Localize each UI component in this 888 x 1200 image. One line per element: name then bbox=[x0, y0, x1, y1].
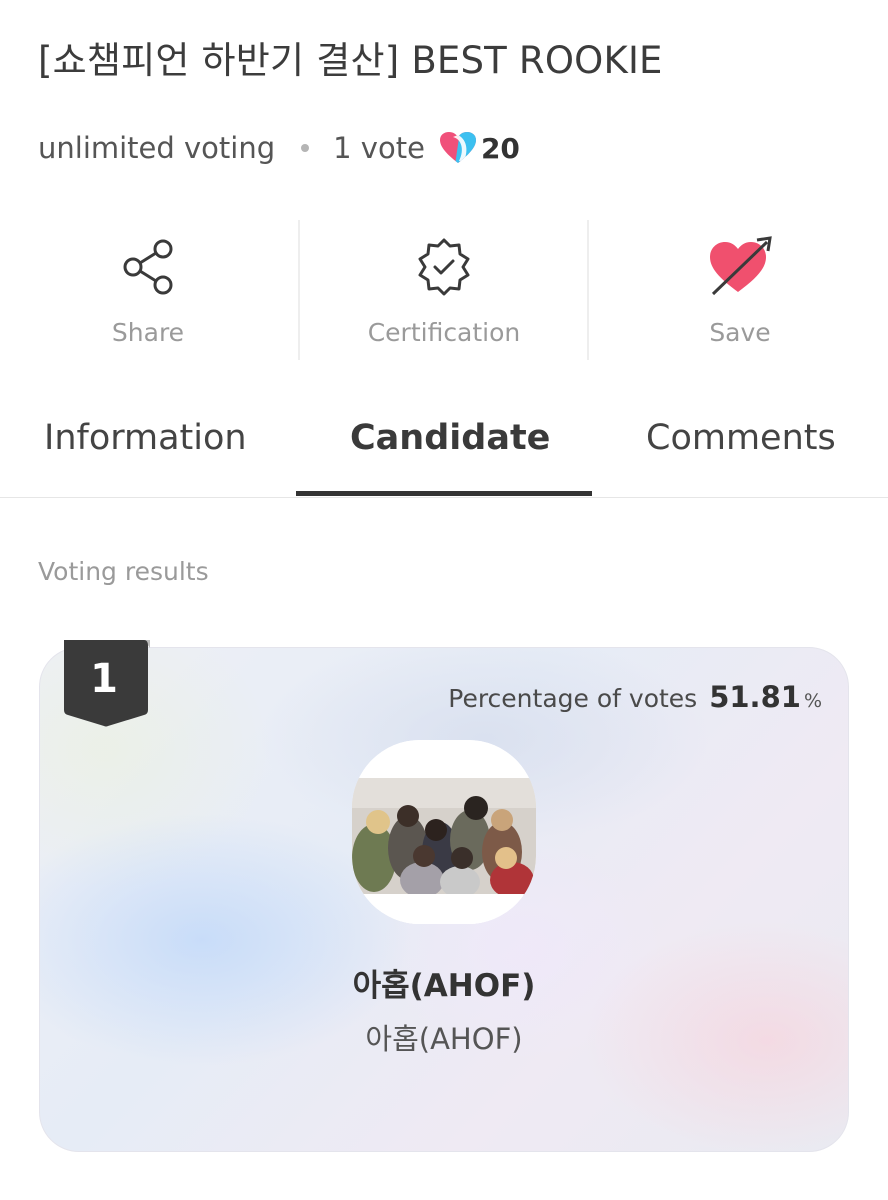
page-title: [쇼챔피언 하반기 결산] BEST ROOKIE bbox=[38, 39, 663, 82]
candidate-photo bbox=[352, 740, 536, 924]
candidate-subtitle: 아홉(AHOF) bbox=[365, 1022, 523, 1056]
percentage-value: 51.81 bbox=[709, 680, 801, 714]
voting-results-label: Voting results bbox=[38, 557, 209, 586]
share-label: Share bbox=[111, 318, 185, 347]
vote-cost-label: 1 vote bbox=[333, 131, 425, 165]
certification-badge-icon bbox=[413, 234, 475, 300]
tab-candidate[interactable]: Candidate bbox=[350, 418, 550, 458]
percentage-label: Percentage of votes bbox=[448, 684, 698, 713]
vote-info-row: unlimited voting 1 vote 20 bbox=[38, 126, 520, 170]
active-tab-indicator bbox=[296, 491, 592, 496]
voting-mode-label: unlimited voting bbox=[38, 131, 276, 165]
share-icon bbox=[118, 234, 178, 300]
save-button[interactable]: Save bbox=[592, 220, 888, 360]
heart-icon bbox=[439, 131, 477, 165]
tab-bar: Information Candidate Comments bbox=[0, 402, 888, 498]
action-bar: Share Certification Save bbox=[0, 220, 888, 360]
share-button[interactable]: Share bbox=[0, 220, 296, 360]
heart-count: 20 bbox=[480, 131, 520, 165]
candidate-name: 아홉(AHOF) bbox=[352, 968, 536, 1004]
save-label: Save bbox=[709, 318, 771, 347]
certification-label: Certification bbox=[367, 318, 521, 347]
percentage-unit: % bbox=[803, 690, 822, 712]
divider bbox=[587, 220, 589, 360]
rank-number: 1 bbox=[90, 656, 118, 702]
heart-arrow-icon bbox=[707, 234, 773, 300]
tab-comments[interactable]: Comments bbox=[646, 418, 836, 458]
vote-percentage: Percentage of votes 51.81 % bbox=[448, 680, 822, 714]
separator-dot bbox=[301, 144, 310, 152]
certification-button[interactable]: Certification bbox=[296, 220, 592, 360]
tab-information[interactable]: Information bbox=[44, 418, 247, 458]
